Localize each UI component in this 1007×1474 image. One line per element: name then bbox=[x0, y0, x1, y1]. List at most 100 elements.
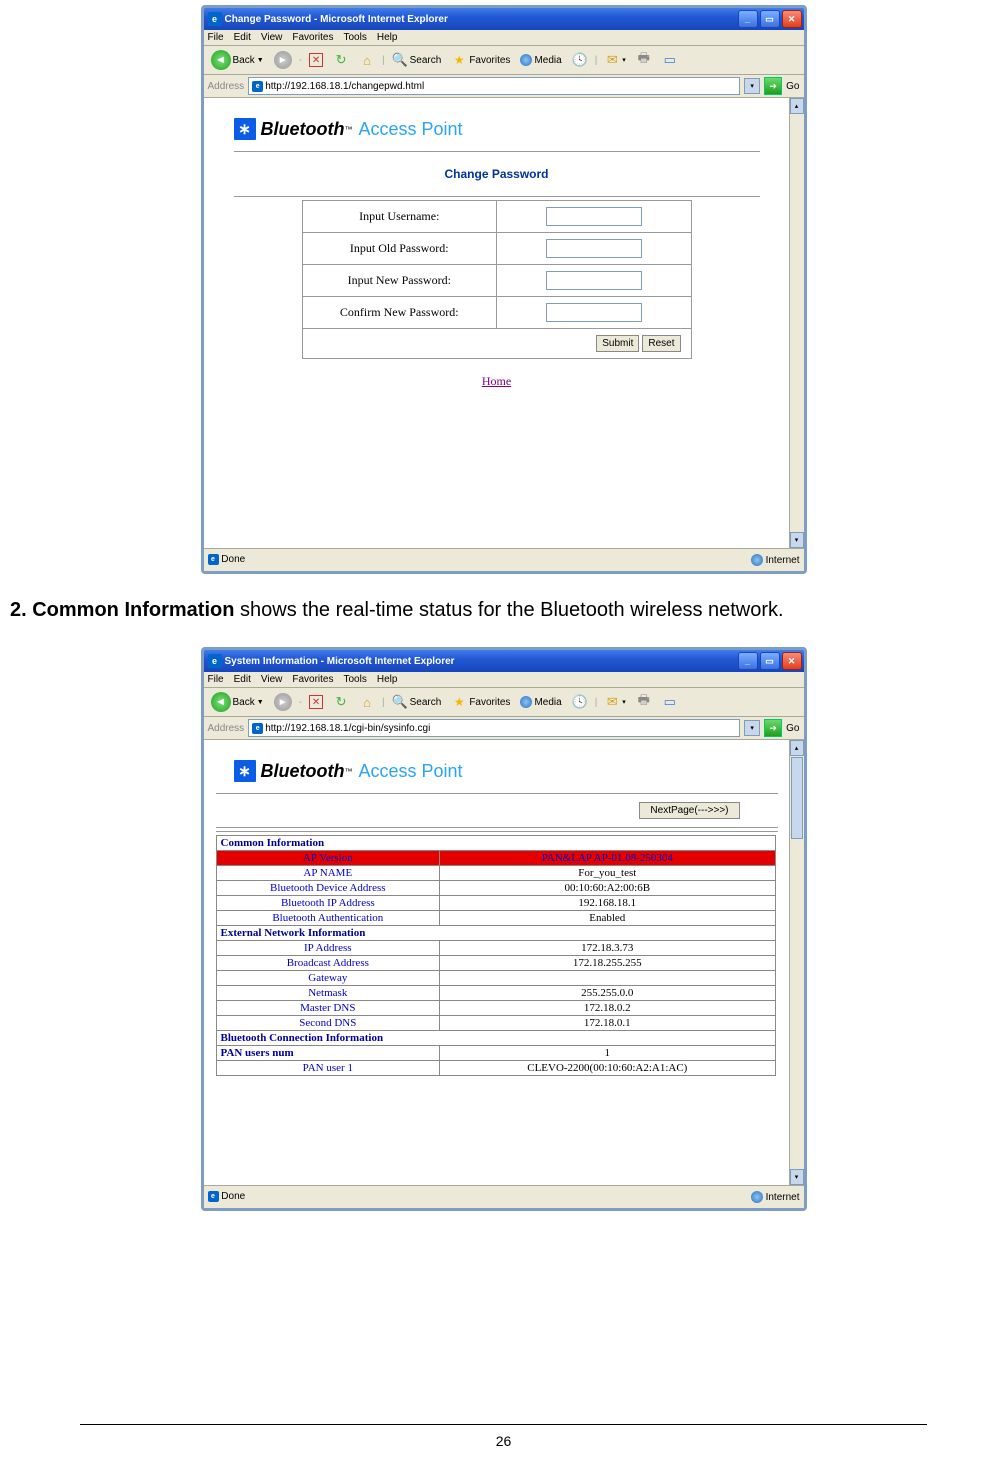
home-button[interactable]: ⌂ bbox=[356, 51, 378, 69]
body-text: 2. Common Information shows the real-tim… bbox=[10, 599, 997, 622]
reset-button[interactable]: Reset bbox=[642, 335, 680, 352]
screenshot-system-information: e System Information - Microsoft Interne… bbox=[201, 647, 807, 1211]
go-button[interactable]: ➔ bbox=[764, 719, 782, 737]
scrollbar[interactable]: ▴▾ bbox=[789, 740, 804, 1185]
menu-file[interactable]: File bbox=[208, 674, 224, 685]
bluetooth-icon: ∗ bbox=[234, 118, 256, 140]
mail-button[interactable]: ✉▾ bbox=[601, 51, 629, 69]
window-controls: _ ▭ ✕ bbox=[738, 10, 802, 28]
home-link[interactable]: Home bbox=[204, 374, 790, 389]
section-header: Bluetooth Connection Information bbox=[216, 1031, 775, 1046]
favorites-button[interactable]: ★Favorites bbox=[448, 51, 513, 69]
home-button[interactable]: ⌂ bbox=[356, 693, 378, 711]
go-button[interactable]: ➔ bbox=[764, 77, 782, 95]
back-button[interactable]: ◄Back▼ bbox=[208, 691, 267, 713]
media-button[interactable]: Media bbox=[517, 53, 564, 67]
stop-button[interactable]: ✕ bbox=[306, 694, 326, 710]
favorites-button[interactable]: ★Favorites bbox=[448, 693, 513, 711]
mail-button[interactable]: ✉▾ bbox=[601, 693, 629, 711]
restore-button[interactable]: ▭ bbox=[760, 652, 780, 670]
page-heading: Change Password bbox=[204, 167, 790, 181]
menu-view[interactable]: View bbox=[261, 32, 283, 43]
statusbar: e Done Internet bbox=[204, 548, 804, 571]
status-text: Done bbox=[221, 1192, 245, 1203]
page-footer: 26 bbox=[0, 1424, 1007, 1449]
titlebar: e Change Password - Microsoft Internet E… bbox=[204, 8, 804, 30]
menu-edit[interactable]: Edit bbox=[234, 32, 251, 43]
menu-tools[interactable]: Tools bbox=[343, 674, 366, 685]
old-password-input[interactable] bbox=[546, 239, 642, 258]
media-button[interactable]: Media bbox=[517, 695, 564, 709]
bluetooth-icon: ∗ bbox=[234, 760, 256, 782]
row-ip-address: IP Address172.18.3.73 bbox=[216, 941, 775, 956]
addressbar: Address ehttp://192.168.18.1/cgi-bin/sys… bbox=[204, 717, 804, 740]
ie-icon: e bbox=[208, 654, 222, 668]
body-text-bold: 2. Common Information bbox=[10, 599, 234, 621]
confirm-password-input[interactable] bbox=[546, 303, 642, 322]
row-new-password: Input New Password: bbox=[302, 265, 691, 297]
edit-button[interactable]: ▭ bbox=[659, 51, 681, 69]
address-input[interactable]: ehttp://192.168.18.1/changepwd.html bbox=[248, 77, 740, 95]
minimize-button[interactable]: _ bbox=[738, 10, 758, 28]
row-bt-ip-address: Bluetooth IP Address192.168.18.1 bbox=[216, 896, 775, 911]
body-text-rest: shows the real-time status for the Bluet… bbox=[234, 599, 783, 621]
menu-view[interactable]: View bbox=[261, 674, 283, 685]
restore-button[interactable]: ▭ bbox=[760, 10, 780, 28]
row-pan-users-num: PAN users num1 bbox=[216, 1046, 775, 1061]
next-page-button[interactable]: NextPage(--->>>) bbox=[639, 802, 739, 819]
zone-text: Internet bbox=[766, 1192, 800, 1203]
submit-button[interactable]: Submit bbox=[596, 335, 639, 352]
window-title: System Information - Microsoft Internet … bbox=[225, 656, 455, 667]
row-ap-name: AP NAMEFor_you_test bbox=[216, 866, 775, 881]
refresh-button[interactable]: ↻ bbox=[330, 693, 352, 711]
row-second-dns: Second DNS172.18.0.1 bbox=[216, 1016, 775, 1031]
logo: ∗ Bluetooth™ Access Point bbox=[204, 740, 790, 790]
menu-help[interactable]: Help bbox=[377, 674, 398, 685]
internet-icon bbox=[751, 1191, 763, 1203]
go-label: Go bbox=[786, 81, 799, 92]
address-dropdown[interactable]: ▾ bbox=[744, 720, 760, 736]
back-button[interactable]: ◄Back▼ bbox=[208, 49, 267, 71]
close-button[interactable]: ✕ bbox=[782, 10, 802, 28]
window-title: Change Password - Microsoft Internet Exp… bbox=[225, 14, 448, 25]
address-label: Address bbox=[208, 81, 245, 92]
toolbar: ◄Back▼ ► - ✕ ↻ ⌂ | 🔍Search ★Favorites Me… bbox=[204, 688, 804, 717]
forward-button[interactable]: ► bbox=[271, 692, 295, 712]
menu-file[interactable]: File bbox=[208, 32, 224, 43]
row-old-password: Input Old Password: bbox=[302, 233, 691, 265]
menubar: File Edit View Favorites Tools Help bbox=[204, 30, 804, 46]
logo: ∗ Bluetooth™ Access Point bbox=[204, 98, 790, 148]
close-button[interactable]: ✕ bbox=[782, 652, 802, 670]
row-broadcast-address: Broadcast Address172.18.255.255 bbox=[216, 956, 775, 971]
menu-help[interactable]: Help bbox=[377, 32, 398, 43]
username-input[interactable] bbox=[546, 207, 642, 226]
titlebar: e System Information - Microsoft Interne… bbox=[204, 650, 804, 672]
address-dropdown[interactable]: ▾ bbox=[744, 78, 760, 94]
edit-button[interactable]: ▭ bbox=[659, 693, 681, 711]
row-username: Input Username: bbox=[302, 201, 691, 233]
print-button[interactable]: 🖶 bbox=[633, 693, 655, 711]
history-button[interactable]: 🕓 bbox=[569, 51, 591, 69]
new-password-input[interactable] bbox=[546, 271, 642, 290]
minimize-button[interactable]: _ bbox=[738, 652, 758, 670]
history-button[interactable]: 🕓 bbox=[569, 693, 591, 711]
section-header: Common Information bbox=[216, 836, 775, 851]
stop-button[interactable]: ✕ bbox=[306, 52, 326, 68]
menu-favorites[interactable]: Favorites bbox=[292, 32, 333, 43]
search-button[interactable]: 🔍Search bbox=[389, 51, 445, 69]
section-header: External Network Information bbox=[216, 926, 775, 941]
window-controls: _ ▭ ✕ bbox=[738, 652, 802, 670]
search-button[interactable]: 🔍Search bbox=[389, 693, 445, 711]
scrollbar[interactable]: ▴▾ bbox=[789, 98, 804, 548]
ie-icon: e bbox=[208, 12, 222, 26]
menu-favorites[interactable]: Favorites bbox=[292, 674, 333, 685]
forward-button[interactable]: ► bbox=[271, 50, 295, 70]
address-input[interactable]: ehttp://192.168.18.1/cgi-bin/sysinfo.cgi bbox=[248, 719, 740, 737]
refresh-button[interactable]: ↻ bbox=[330, 51, 352, 69]
menu-edit[interactable]: Edit bbox=[234, 674, 251, 685]
row-confirm-password: Confirm New Password: bbox=[302, 297, 691, 329]
zone-text: Internet bbox=[766, 555, 800, 566]
menu-tools[interactable]: Tools bbox=[343, 32, 366, 43]
row-bt-authentication: Bluetooth AuthenticationEnabled bbox=[216, 911, 775, 926]
print-button[interactable]: 🖶 bbox=[633, 51, 655, 69]
